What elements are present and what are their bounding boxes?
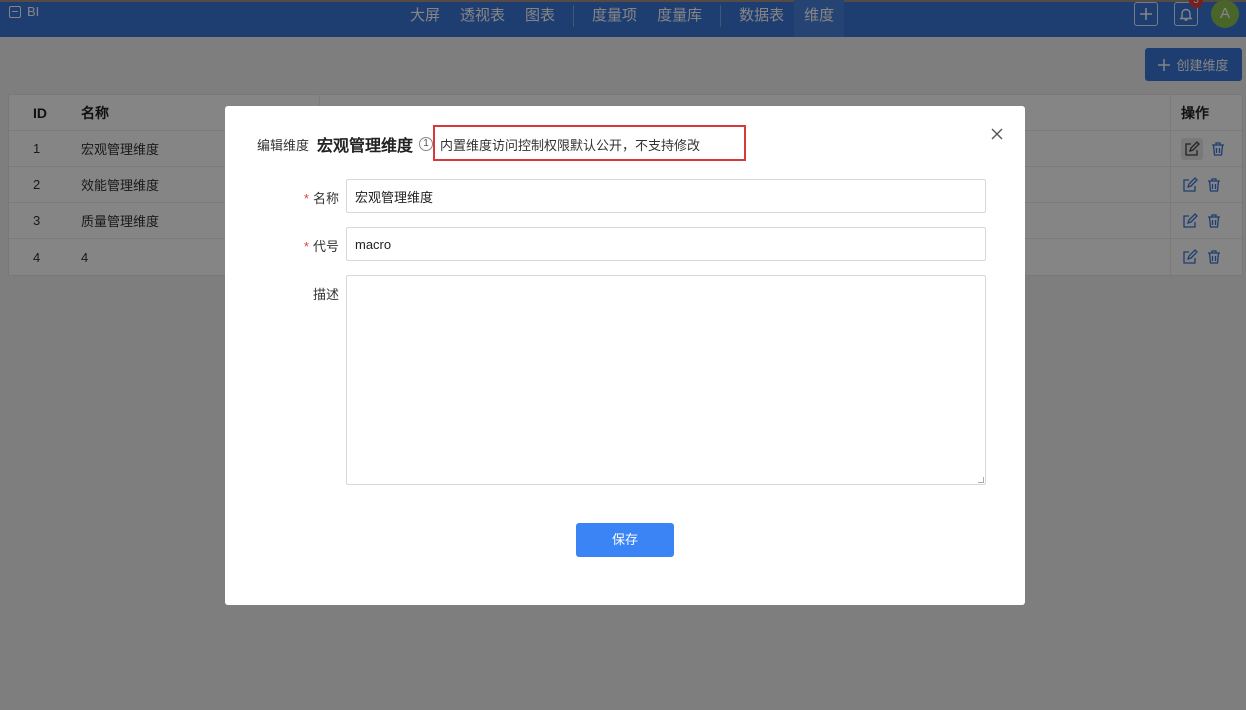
form-row-name: * 名称 宏观管理维度 xyxy=(225,179,986,213)
hint-highlight-box xyxy=(433,125,746,161)
name-label: * 名称 xyxy=(303,191,339,206)
description-label: 描述 xyxy=(312,287,339,302)
form-row-description: 描述 xyxy=(225,275,986,485)
description-textarea[interactable] xyxy=(346,275,986,485)
name-input[interactable]: 宏观管理维度 xyxy=(346,179,986,213)
close-button[interactable] xyxy=(989,126,1005,142)
resize-handle[interactable] xyxy=(978,477,984,483)
save-button[interactable]: 保存 xyxy=(576,523,674,557)
code-label: * 代号 xyxy=(303,239,339,254)
modal-number-badge: 1 xyxy=(419,137,434,151)
modal-prefix: 编辑维度 xyxy=(257,137,310,153)
modal-title: 宏观管理维度 xyxy=(317,138,414,155)
form-row-code: * 代号 macro xyxy=(225,227,986,261)
edit-dimension-modal: 编辑维度 宏观管理维度 1 内置维度访问控制权限默认公开，不支持修改 * 名称 宏… xyxy=(225,106,1025,605)
code-input[interactable]: macro xyxy=(346,227,986,261)
close-icon xyxy=(991,128,1003,140)
